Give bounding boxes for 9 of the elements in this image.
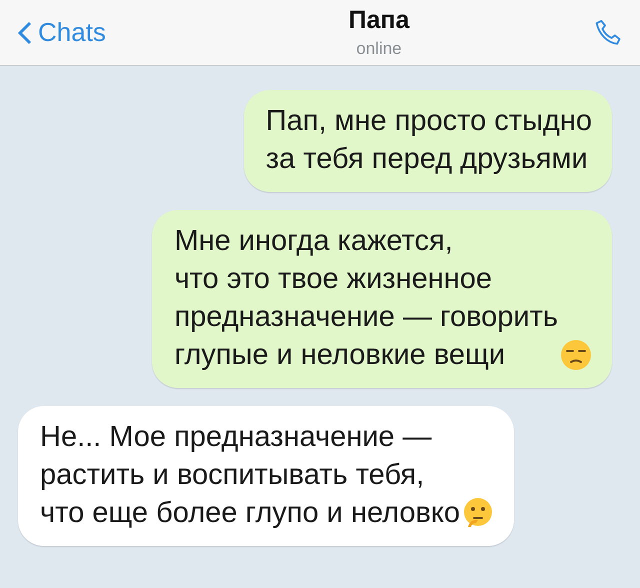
unamused-face-icon [560,339,592,371]
contact-status: online [356,39,402,59]
contact-name: Папа [348,6,410,35]
message-text: Пап, мне просто стыдно за тебя перед друзьями [266,104,592,177]
back-link[interactable]: Chats [18,17,106,48]
chevron-left-icon [18,20,32,44]
thinking-face-icon [462,497,494,529]
message-text: Мне иногда кажется, что это твое жизненное предназначение — говорить глупые и неловкие вещи [174,224,558,373]
message-text: Не... Мое предназначение — растить и воспитывать тебя, что еще более глупо и неловко [40,420,460,531]
